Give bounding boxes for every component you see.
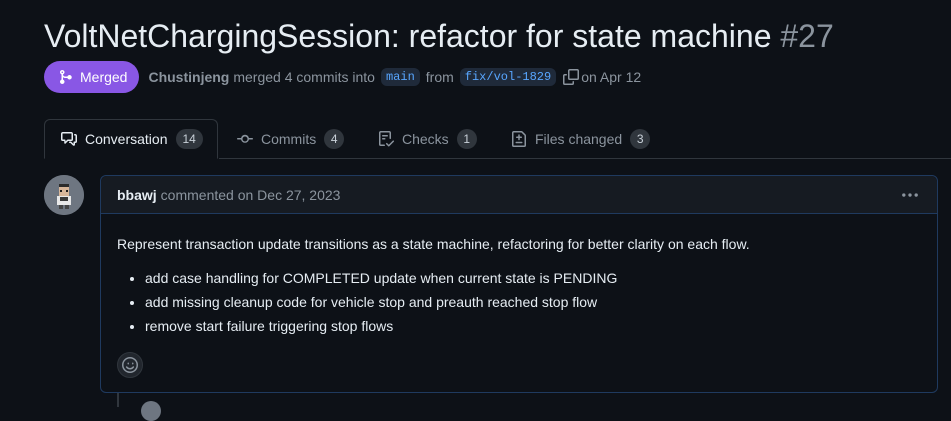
merged-status-label: Merged xyxy=(80,69,128,85)
copy-branch-icon[interactable] xyxy=(563,69,580,85)
tab-conversation-label: Conversation xyxy=(85,131,168,147)
comment-discussion-icon xyxy=(61,132,77,146)
checklist-icon xyxy=(379,130,394,146)
tab-files-changed[interactable]: Files changed 3 xyxy=(511,119,651,158)
tab-conversation[interactable]: Conversation 14 xyxy=(44,119,218,159)
list-item: add case handling for COMPLETED update w… xyxy=(145,268,921,288)
comment-header: bbawj commented on Dec 27, 2023 xyxy=(101,176,937,214)
pr-author-link[interactable]: Chustinjeng xyxy=(148,69,229,85)
comment-text: Represent transaction update transitions… xyxy=(117,236,750,252)
pr-title-text: VoltNetChargingSession: refactor for sta… xyxy=(44,18,772,54)
smiley-icon xyxy=(122,357,138,373)
tab-checks-label: Checks xyxy=(402,130,449,147)
pr-title: VoltNetChargingSession: refactor for sta… xyxy=(44,16,834,56)
merge-description: merged 4 commits into xyxy=(233,69,375,85)
avatar[interactable] xyxy=(44,175,84,215)
tab-commits-label: Commits xyxy=(261,130,317,147)
tab-files-changed-label: Files changed xyxy=(535,130,623,147)
merged-status-badge: Merged xyxy=(44,61,140,93)
comment-bullet-list: add case handling for COMPLETED update w… xyxy=(117,268,921,336)
tabs-divider xyxy=(219,158,951,159)
tab-commits[interactable]: Commits 4 xyxy=(237,119,345,158)
file-diff-icon xyxy=(512,130,526,147)
timeline-avatar xyxy=(141,401,161,421)
comment-body: Represent transaction update transitions… xyxy=(101,214,937,336)
comment-author-link[interactable]: bbawj xyxy=(117,187,157,203)
add-reaction-button[interactable] xyxy=(117,352,143,378)
comment-box: bbawj commented on Dec 27, 2023 Represen… xyxy=(100,175,938,393)
tab-checks-count: 1 xyxy=(456,128,477,149)
from-text: from xyxy=(425,69,454,85)
user-avatar-icon xyxy=(44,175,84,215)
list-item: remove start failure triggering stop flo… xyxy=(145,316,921,336)
pr-meta: Merged Chustinjeng merged 4 commits into… xyxy=(44,61,647,93)
tab-commits-count: 4 xyxy=(324,128,345,149)
pr-tabs: Conversation 14 Commits 4 Checks 1 Files… xyxy=(0,119,951,159)
head-branch-link[interactable]: fix/vol-1829 xyxy=(459,68,557,86)
pr-number: #27 xyxy=(780,18,834,54)
tab-checks[interactable]: Checks 1 xyxy=(378,119,477,158)
kebab-menu-icon[interactable] xyxy=(901,186,919,204)
base-branch-link[interactable]: main xyxy=(380,68,420,86)
tab-files-changed-count: 3 xyxy=(630,128,651,149)
git-merge-icon xyxy=(60,70,72,84)
tab-conversation-count: 14 xyxy=(175,129,203,149)
merge-date: on Apr 12 xyxy=(581,69,642,85)
timeline-connector xyxy=(117,393,119,407)
comment-timestamp[interactable]: commented on Dec 27, 2023 xyxy=(161,187,341,203)
git-commit-icon xyxy=(237,134,253,143)
list-item: add missing cleanup code for vehicle sto… xyxy=(145,292,921,312)
